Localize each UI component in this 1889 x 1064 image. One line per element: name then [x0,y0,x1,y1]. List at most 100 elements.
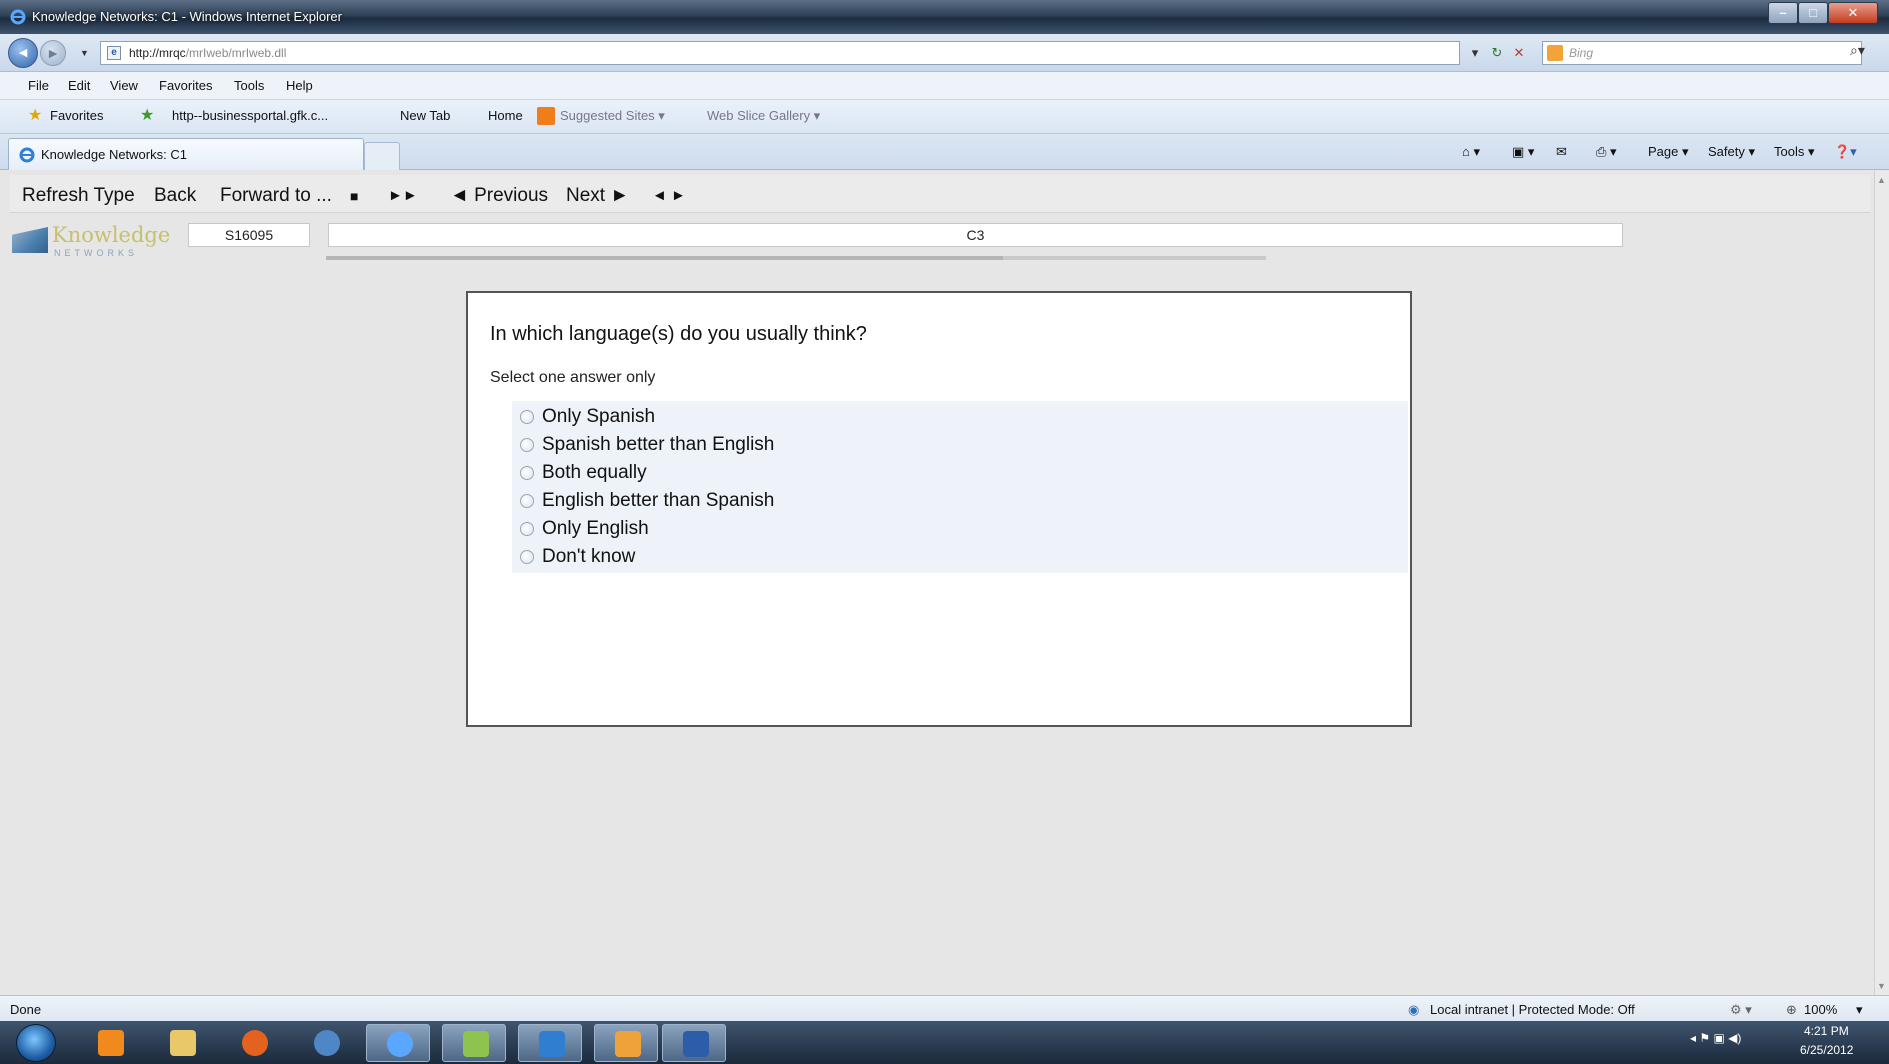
tools-menu[interactable]: Tools ▾ [1774,144,1815,160]
answer-label[interactable]: Only Spanish [542,406,655,428]
stop-button[interactable]: ■ [350,188,358,204]
recent-pages-dropdown[interactable]: ▼ [80,48,89,58]
stop-icon[interactable]: ✕ [1508,42,1530,64]
answer-label[interactable]: English better than Spanish [542,490,774,512]
menu-edit[interactable]: Edit [68,78,90,93]
maximize-button[interactable]: □ [1798,2,1828,24]
window-title: Knowledge Networks: C1 - Windows Interne… [32,9,342,24]
search-icon[interactable]: ⌕▾ [1850,42,1865,59]
minimize-button[interactable]: – [1768,2,1798,24]
forward-button[interactable]: ► [40,40,66,66]
fav-link-new-tab[interactable]: New Tab [400,108,450,123]
menu-help[interactable]: Help [286,78,313,93]
refresh-icon[interactable]: ↻ [1486,42,1508,64]
intranet-zone-icon: ◉ [1408,1002,1420,1017]
fav-web-slice-gallery[interactable]: Web Slice Gallery ▾ [707,108,820,124]
tray-icons[interactable]: ◂ ⚑ ▣ ◀) [1690,1031,1741,1045]
menu-view[interactable]: View [110,78,138,93]
clock-date[interactable]: 6/25/2012 [1800,1043,1853,1057]
zoom-level[interactable]: 100% [1804,1002,1837,1017]
taskbar-explorer[interactable] [150,1024,214,1062]
clock-time[interactable]: 4:21 PM [1804,1024,1849,1038]
print-icon[interactable]: ⎙ ▾ [1596,144,1617,160]
taskbar-lync[interactable] [518,1024,582,1062]
safety-menu[interactable]: Safety ▾ [1708,144,1755,160]
radio-button[interactable] [520,550,534,564]
taskbar-firefox[interactable] [222,1024,286,1062]
survey-toolbar: Refresh Type Back Forward to ... ■ ►► ◄ … [10,175,1870,213]
respondent-id-field: S16095 [188,223,310,247]
answer-option[interactable]: Both equally [512,459,1408,487]
new-tab-button[interactable] [364,142,400,170]
question-instruction: Select one answer only [490,369,656,386]
maximize-icon: □ [1809,5,1817,20]
answer-option[interactable]: Spanish better than English [512,431,1408,459]
scroll-down-icon[interactable]: ▼ [1877,981,1886,991]
add-favorite-icon[interactable]: ★ [140,105,156,124]
answer-option[interactable]: Only Spanish [512,403,1408,431]
minimize-icon: – [1779,5,1787,20]
menu-favorites[interactable]: Favorites [159,78,212,93]
address-input[interactable]: e http://mrqc/mrIweb/mrIweb.dll [100,41,1460,65]
previous-button[interactable]: ◄ Previous [450,185,548,207]
menu-file[interactable]: File [28,78,49,93]
back-arrow-icon: ◄ [16,44,30,60]
search-input[interactable]: Bing [1542,41,1862,65]
taskbar-word[interactable] [662,1024,726,1062]
close-button[interactable]: ✕ [1828,2,1878,24]
taskbar-app-green[interactable] [442,1024,506,1062]
forward-to-button[interactable]: Forward to ... [220,185,332,207]
fav-link-businessportal[interactable]: http--businessportal.gfk.c... [172,108,328,123]
answer-label[interactable]: Both equally [542,462,647,484]
scroll-up-icon[interactable]: ▲ [1877,175,1886,185]
fav-suggested-sites[interactable]: Suggested Sites ▾ [560,108,665,124]
radio-button[interactable] [520,438,534,452]
radio-button[interactable] [520,466,534,480]
home-icon[interactable]: ⌂ ▾ [1462,144,1480,160]
survey-back-button[interactable]: Back [154,185,196,207]
outlook-icon [615,1031,641,1057]
tab-title: Knowledge Networks: C1 [41,147,187,162]
question-text: In which language(s) do you usually thin… [490,323,867,345]
help-icon[interactable]: ❓▾ [1834,144,1857,160]
answer-label[interactable]: Spanish better than English [542,434,774,456]
page-menu[interactable]: Page ▾ [1648,144,1689,160]
answer-option[interactable]: English better than Spanish [512,487,1408,515]
logo-subtitle: NETWORKS [54,248,139,258]
answer-label[interactable]: Only English [542,518,649,540]
answer-label[interactable]: Don't know [542,546,635,568]
globe-icon [314,1030,340,1056]
radio-button[interactable] [520,494,534,508]
radio-button[interactable] [520,410,534,424]
menu-tools[interactable]: Tools [234,78,264,93]
taskbar-media-player[interactable] [78,1024,142,1062]
fav-link-home[interactable]: Home [488,108,523,123]
feeds-icon[interactable]: ▣ ▾ [1512,144,1534,160]
taskbar-internet-explorer[interactable] [366,1024,430,1062]
answer-option[interactable]: Don't know [512,543,1408,571]
lync-icon [539,1031,565,1057]
zoom-dropdown-icon[interactable]: ▾ [1856,1002,1863,1018]
bing-icon [1547,45,1563,61]
security-zone-text[interactable]: Local intranet | Protected Mode: Off [1430,1002,1635,1017]
question-id-field: C3 [328,223,1623,247]
answer-option[interactable]: Only English [512,515,1408,543]
vertical-scrollbar[interactable]: ▲ ▼ [1874,171,1889,995]
protected-mode-icon[interactable]: ⚙ ▾ [1730,1002,1752,1018]
tab-knowledge-networks[interactable]: Knowledge Networks: C1 [8,138,364,170]
radio-button[interactable] [520,522,534,536]
first-last-button[interactable]: ◄ ► [652,187,686,204]
forward-arrow-icon: ► [46,45,60,61]
logo-mark [12,227,48,253]
mail-icon[interactable]: ✉ [1556,144,1567,160]
ie-tab-icon [19,147,35,163]
back-button[interactable]: ◄ [8,38,38,68]
start-button[interactable] [16,1024,56,1062]
taskbar-outlook[interactable] [594,1024,658,1062]
favorites-button[interactable]: Favorites [50,108,103,123]
taskbar-app-globe[interactable] [294,1024,358,1062]
fast-forward-button[interactable]: ►► [388,187,418,204]
next-button[interactable]: Next ► [566,185,629,207]
refresh-type-button[interactable]: Refresh Type [22,185,135,207]
address-dropdown-icon[interactable]: ▾ [1464,42,1486,64]
